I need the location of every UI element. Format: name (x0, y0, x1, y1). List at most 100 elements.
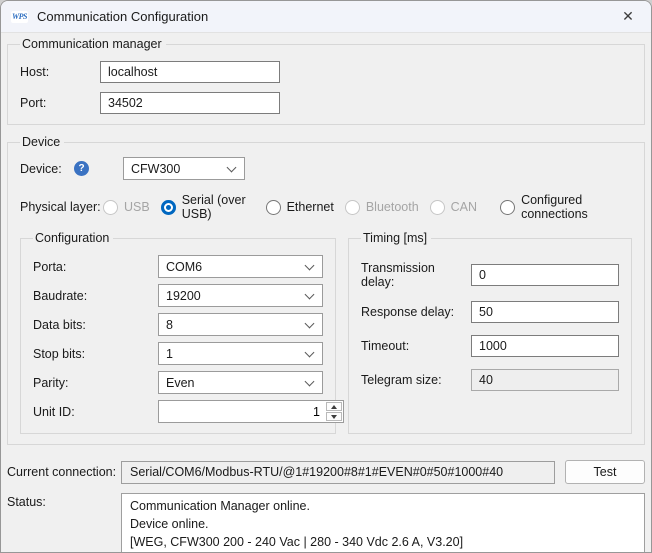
port-input[interactable] (100, 92, 280, 114)
timing-group: Timing [ms] Transmission delay: Response… (348, 231, 632, 434)
configuration-legend: Configuration (33, 231, 113, 245)
dialog-content: Communication manager Host: Port: Device… (1, 33, 651, 553)
chevron-down-icon (305, 319, 315, 329)
wps-app-icon: WPS (11, 11, 28, 23)
baudrate-select[interactable]: 19200 (158, 284, 323, 307)
port-label: Port: (20, 96, 100, 110)
chevron-down-icon (305, 377, 315, 387)
radio-bluetooth-icon (345, 200, 360, 215)
radio-can-label: CAN (451, 200, 477, 214)
stop-bits-label: Stop bits: (33, 347, 158, 361)
unit-id-stepper (158, 400, 344, 423)
transmission-delay-label: Transmission delay: (361, 261, 471, 289)
status-row: Status: Communication Manager online. De… (7, 493, 645, 553)
spinner-down-icon (331, 415, 337, 419)
timeout-label: Timeout: (361, 339, 471, 353)
radio-ethernet[interactable]: Ethernet (266, 200, 334, 215)
response-delay-input[interactable] (471, 301, 619, 323)
response-delay-label: Response delay: (361, 305, 471, 319)
current-connection-row: Current connection: Test (7, 460, 645, 484)
parity-select-value: Even (166, 376, 195, 390)
porta-select-value: COM6 (166, 260, 202, 274)
response-delay-row: Response delay: (361, 301, 619, 323)
physical-layer-row: Physical layer: USB Serial (over USB) Et… (20, 193, 632, 221)
data-bits-row: Data bits: 8 (33, 313, 323, 336)
radio-bluetooth-label: Bluetooth (366, 200, 419, 214)
radio-serial-over-usb[interactable]: Serial (over USB) (161, 193, 255, 221)
radio-can-icon (430, 200, 445, 215)
stop-bits-select-value: 1 (166, 347, 173, 361)
data-bits-select[interactable]: 8 (158, 313, 323, 336)
porta-row: Porta: COM6 (33, 255, 323, 278)
device-legend: Device (20, 135, 64, 149)
baudrate-label: Baudrate: (33, 289, 158, 303)
telegram-size-label: Telegram size: (361, 373, 471, 387)
data-bits-select-value: 8 (166, 318, 173, 332)
close-icon: ✕ (622, 8, 634, 25)
host-row: Host: (20, 61, 632, 83)
device-label: Device: (20, 162, 72, 176)
radio-configured-connections-icon (500, 200, 515, 215)
timeout-input[interactable] (471, 335, 619, 357)
data-bits-label: Data bits: (33, 318, 158, 332)
radio-bluetooth: Bluetooth (345, 200, 419, 215)
unit-id-input[interactable] (159, 401, 325, 422)
status-line-3: [WEG, CFW300 200 - 240 Vac | 280 - 340 V… (130, 533, 636, 551)
chevron-down-icon (305, 290, 315, 300)
status-line-2: Device online. (130, 515, 636, 533)
chevron-down-icon (305, 348, 315, 358)
window-title: Communication Configuration (37, 9, 208, 24)
parity-row: Parity: Even (33, 371, 323, 394)
port-row: Port: (20, 92, 632, 114)
radio-usb: USB (103, 200, 150, 215)
telegram-size-row: Telegram size: (361, 369, 619, 391)
radio-can: CAN (430, 200, 477, 215)
baudrate-row: Baudrate: 19200 (33, 284, 323, 307)
baudrate-select-value: 19200 (166, 289, 201, 303)
chevron-down-icon (227, 163, 237, 173)
radio-configured-connections[interactable]: Configured connections (500, 193, 621, 221)
status-text-area: Communication Manager online. Device onl… (121, 493, 645, 553)
configuration-group: Configuration Porta: COM6 Baudrate: 1920… (20, 231, 336, 434)
communication-manager-group: Communication manager Host: Port: (7, 37, 645, 125)
telegram-size-field (471, 369, 619, 391)
unit-id-label: Unit ID: (33, 405, 158, 419)
radio-ethernet-icon (266, 200, 281, 215)
radio-serial-icon (161, 200, 176, 215)
communication-configuration-dialog: WPS Communication Configuration ✕ Commun… (0, 0, 652, 553)
spinner-up-button[interactable] (326, 402, 342, 411)
radio-serial-label: Serial (over USB) (182, 193, 255, 221)
test-button[interactable]: Test (565, 460, 645, 484)
close-button[interactable]: ✕ (605, 1, 651, 32)
physical-layer-label: Physical layer: (20, 200, 103, 214)
current-connection-label: Current connection: (7, 465, 121, 479)
parity-label: Parity: (33, 376, 158, 390)
stop-bits-row: Stop bits: 1 (33, 342, 323, 365)
timeout-row: Timeout: (361, 335, 619, 357)
radio-ethernet-label: Ethernet (287, 200, 334, 214)
device-row: Device: ? CFW300 (20, 157, 632, 180)
host-label: Host: (20, 65, 100, 79)
timing-legend: Timing [ms] (361, 231, 431, 245)
device-subgroups: Configuration Porta: COM6 Baudrate: 1920… (20, 231, 632, 434)
spinner-down-button[interactable] (326, 412, 342, 421)
radio-usb-label: USB (124, 200, 150, 214)
unit-id-row: Unit ID: (33, 400, 323, 423)
host-input[interactable] (100, 61, 280, 83)
help-icon[interactable]: ? (74, 161, 89, 176)
device-select-value: CFW300 (131, 162, 180, 176)
radio-usb-icon (103, 200, 118, 215)
transmission-delay-row: Transmission delay: (361, 261, 619, 289)
status-line-1: Communication Manager online. (130, 497, 636, 515)
current-connection-field (121, 461, 555, 484)
spinner-up-icon (331, 405, 337, 409)
radio-configured-connections-label: Configured connections (521, 193, 621, 221)
unit-id-spin-buttons (325, 401, 343, 422)
status-label: Status: (7, 493, 121, 509)
parity-select[interactable]: Even (158, 371, 323, 394)
device-select[interactable]: CFW300 (123, 157, 245, 180)
porta-label: Porta: (33, 260, 158, 274)
transmission-delay-input[interactable] (471, 264, 619, 286)
stop-bits-select[interactable]: 1 (158, 342, 323, 365)
porta-select[interactable]: COM6 (158, 255, 323, 278)
